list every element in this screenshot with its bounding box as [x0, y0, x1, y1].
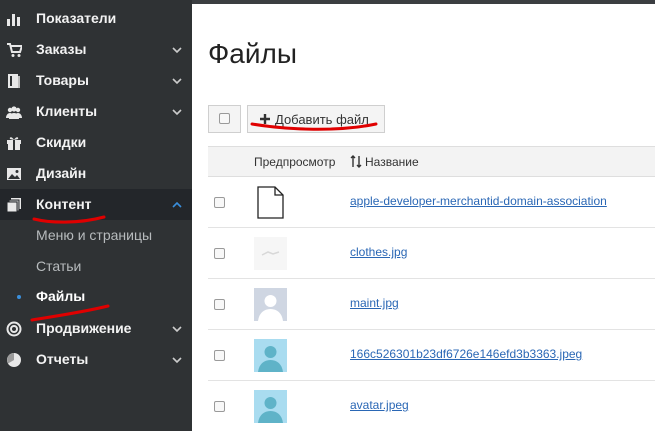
avatar-placeholder-icon: [254, 339, 287, 372]
column-header-name[interactable]: Название: [365, 155, 419, 169]
sidebar-item-clients[interactable]: Клиенты: [0, 96, 192, 127]
chevron-down-icon: [172, 326, 182, 333]
file-link[interactable]: avatar.jpeg: [350, 398, 409, 412]
sidebar-subitem-articles[interactable]: Статьи: [0, 251, 192, 282]
sidebar-subitem-files[interactable]: Файлы: [0, 281, 192, 312]
sidebar-item-label: Показатели: [36, 10, 117, 26]
cart-icon: [7, 43, 22, 57]
avatar-placeholder-icon: [254, 288, 287, 321]
plus-icon: [260, 114, 270, 124]
sidebar-item-label: Продвижение: [36, 320, 132, 336]
sidebar-item-orders[interactable]: Заказы: [0, 34, 192, 65]
avatar-placeholder-icon: [254, 390, 287, 423]
sidebar-item-label: Дизайн: [36, 165, 87, 181]
sidebar-item-label: Скидки: [36, 134, 87, 150]
page-title: Файлы: [208, 38, 297, 69]
clothes-thumbnail-icon: [254, 237, 287, 270]
users-icon: [6, 106, 22, 119]
bar-chart-icon: [7, 14, 20, 26]
row-checkbox[interactable]: [214, 197, 225, 208]
chevron-down-icon: [172, 109, 182, 116]
table-header: Предпросмотр Название: [208, 146, 655, 177]
table-row: avatar.jpeg: [208, 381, 655, 431]
row-checkbox[interactable]: [214, 299, 225, 310]
select-all-checkbox[interactable]: [219, 113, 230, 124]
sidebar-item-dashboard[interactable]: Показатели: [0, 3, 192, 34]
sidebar-item-label: Клиенты: [36, 103, 98, 119]
sidebar-item-promotion[interactable]: Продвижение: [0, 313, 192, 344]
active-indicator-dot: [17, 295, 21, 299]
file-link[interactable]: 166c526301b23df6726e146efd3b3363.jpeg: [350, 347, 582, 361]
file-link[interactable]: clothes.jpg: [350, 245, 407, 259]
image-icon: [7, 168, 21, 180]
sidebar-subitem-label: Статьи: [36, 258, 82, 274]
chevron-up-icon: [172, 201, 182, 208]
pie-chart-icon: [7, 353, 21, 367]
table-row: 166c526301b23df6726e146efd3b3363.jpeg: [208, 330, 655, 381]
select-all-control[interactable]: [208, 105, 241, 133]
sidebar-item-label: Отчеты: [36, 351, 89, 367]
sidebar-item-content[interactable]: Контент: [0, 189, 192, 220]
target-icon: [6, 321, 22, 337]
table-row: apple-developer-merchantid-domain-associ…: [208, 177, 655, 228]
sidebar-item-design[interactable]: Дизайн: [0, 158, 192, 189]
table-row: maint.jpg: [208, 279, 655, 330]
sidebar-item-discounts[interactable]: Скидки: [0, 127, 192, 158]
sidebar-item-label: Контент: [36, 196, 92, 212]
chevron-down-icon: [172, 47, 182, 54]
sidebar-subitem-menus-pages[interactable]: Меню и страницы: [0, 220, 192, 251]
row-checkbox[interactable]: [214, 350, 225, 361]
sidebar-subitem-label: Меню и страницы: [36, 227, 153, 243]
file-link[interactable]: maint.jpg: [350, 296, 399, 310]
add-file-button[interactable]: Добавить файл: [247, 105, 385, 133]
sidebar-item-reports[interactable]: Отчеты: [0, 344, 192, 375]
file-link[interactable]: apple-developer-merchantid-domain-associ…: [350, 194, 607, 208]
sidebar-item-label: Заказы: [36, 41, 87, 57]
row-checkbox[interactable]: [214, 248, 225, 259]
sidebar-subitem-label: Файлы: [36, 288, 86, 304]
sidebar-item-label: Товары: [36, 72, 89, 88]
document-icon: [257, 186, 284, 219]
row-checkbox[interactable]: [214, 401, 225, 412]
top-bar: [192, 0, 655, 4]
column-header-preview: Предпросмотр: [254, 155, 336, 169]
sidebar-item-products[interactable]: Товары: [0, 65, 192, 96]
sort-icon[interactable]: [350, 155, 362, 168]
files-icon: [6, 198, 21, 213]
gift-icon: [7, 137, 21, 150]
chevron-down-icon: [172, 357, 182, 364]
sidebar: Показатели Заказы Товары Клиенты Скидки …: [0, 0, 192, 431]
table-row: clothes.jpg: [208, 228, 655, 279]
add-file-label: Добавить файл: [275, 112, 369, 127]
chevron-down-icon: [172, 78, 182, 85]
book-icon: [8, 74, 20, 88]
